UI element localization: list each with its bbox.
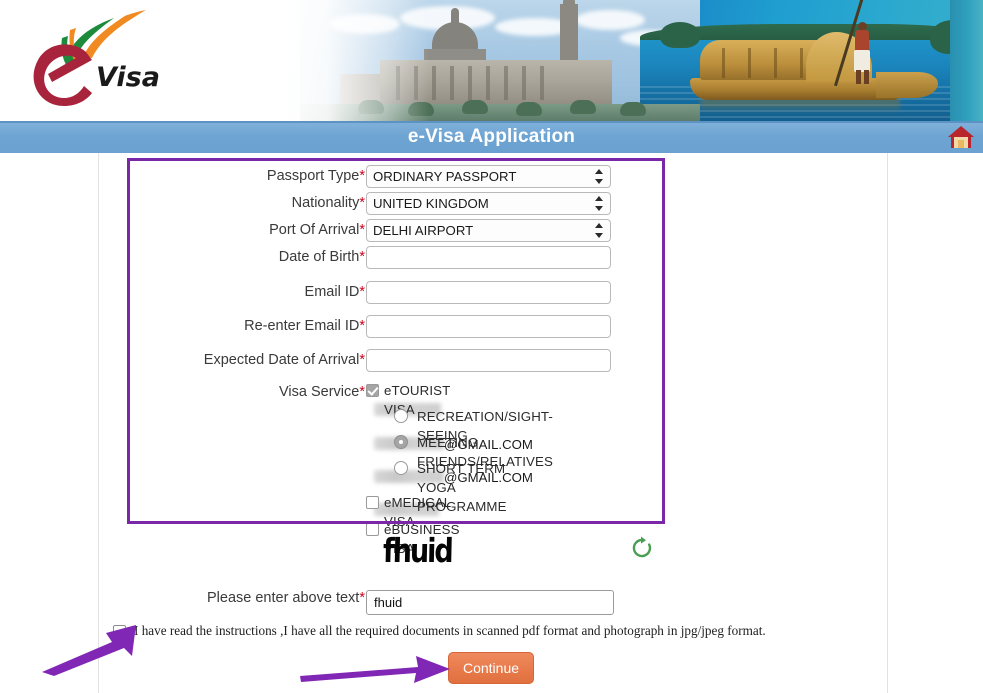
monument-tower (560, 4, 578, 66)
radio-meeting-friends[interactable] (394, 435, 408, 449)
field-row-port-of-arrival: Port Of Arrival* DELHI AIRPORT (0, 219, 983, 245)
instructions-text: I have read the instructions ,I have all… (134, 623, 766, 638)
label-expected-arrival: Expected Date of Arrival* (203, 352, 365, 368)
boat-rib (722, 48, 725, 78)
reenter-email-input[interactable] (366, 315, 611, 338)
expected-arrival-input[interactable] (366, 349, 611, 372)
field-row-expected-arrival: Expected Date of Arrival* (0, 349, 983, 375)
boatman-torso (855, 30, 869, 52)
control-date-of-birth (366, 246, 611, 269)
label-date-of-birth: Date of Birth* (278, 249, 365, 265)
control-email (366, 281, 611, 304)
control-nationality: UNITED KINGDOM (366, 192, 611, 215)
checkbox-etourist[interactable] (366, 384, 379, 397)
bush (462, 100, 488, 114)
page-title: e-Visa Application (407, 126, 576, 147)
field-row-visa-service: Visa Service* (0, 381, 983, 407)
monument-column (450, 66, 454, 100)
cloud (575, 10, 645, 30)
radio-recreation[interactable] (394, 409, 408, 423)
nationality-select[interactable]: UNITED KINGDOM (366, 192, 611, 215)
checkbox-ebusiness[interactable] (366, 523, 379, 536)
label-port-of-arrival: Port Of Arrival* (269, 222, 365, 238)
field-row-reenter-email: Re-enter Email ID* (0, 315, 983, 341)
radio-yoga[interactable] (394, 461, 408, 475)
control-expected-arrival (366, 349, 611, 372)
monument-column (540, 66, 544, 100)
email-input[interactable] (366, 281, 611, 304)
captcha-image: fhuid (382, 531, 453, 570)
passport-type-select[interactable]: ORDINARY PASSPORT (366, 165, 611, 188)
boatman-lungi (854, 50, 870, 72)
control-passport-type: ORDINARY PASSPORT (366, 165, 611, 188)
field-row-email: Email ID* (0, 281, 983, 307)
control-port-of-arrival: DELHI AIRPORT (366, 219, 611, 242)
bush (516, 102, 542, 116)
monument-column (504, 66, 508, 100)
boatman-leg (864, 70, 869, 84)
label-nationality: Nationality* (291, 195, 365, 211)
banner-right-edge (950, 0, 983, 121)
tree-clump (660, 22, 700, 48)
bush (620, 102, 646, 116)
port-of-arrival-select[interactable]: DELHI AIRPORT (366, 219, 611, 242)
boatman-leg (856, 70, 861, 84)
label-passport-type: Passport Type* (266, 168, 365, 184)
boat-rib (774, 48, 777, 78)
monument-column (522, 66, 526, 100)
label-captcha: Please enter above text* (206, 590, 365, 606)
monument-column (486, 66, 490, 100)
continue-button[interactable]: Continue (448, 652, 534, 684)
label-visa-service: Visa Service* (279, 384, 365, 400)
captcha-input[interactable] (366, 590, 614, 615)
label-email: Email ID* (304, 284, 365, 300)
control-reenter-email (366, 315, 611, 338)
monument-column (468, 66, 472, 100)
evisa-application-page: Visa e-Visa Application Passport Type* O… (0, 0, 983, 693)
houseboat-prow (876, 72, 938, 98)
bush (570, 100, 596, 114)
field-row-passport-type: Passport Type* ORDINARY PASSPORT (0, 165, 983, 191)
checkbox-emedical[interactable] (366, 496, 379, 509)
svg-text:Visa: Visa (96, 62, 160, 93)
boat-reflection (700, 99, 900, 113)
label-reenter-email: Re-enter Email ID* (244, 318, 365, 334)
boat-rib (800, 48, 803, 78)
monument-column (432, 66, 436, 100)
refresh-icon[interactable] (630, 535, 654, 561)
date-of-birth-input[interactable] (366, 246, 611, 269)
evisa-logo: Visa (18, 8, 208, 116)
boat-rib (748, 48, 751, 78)
instructions-checkbox[interactable] (113, 625, 126, 638)
field-row-date-of-birth: Date of Birth* (0, 246, 983, 272)
monument-tower-cap (563, 0, 575, 8)
home-icon[interactable] (945, 122, 977, 152)
field-row-nationality: Nationality* UNITED KINGDOM (0, 192, 983, 218)
